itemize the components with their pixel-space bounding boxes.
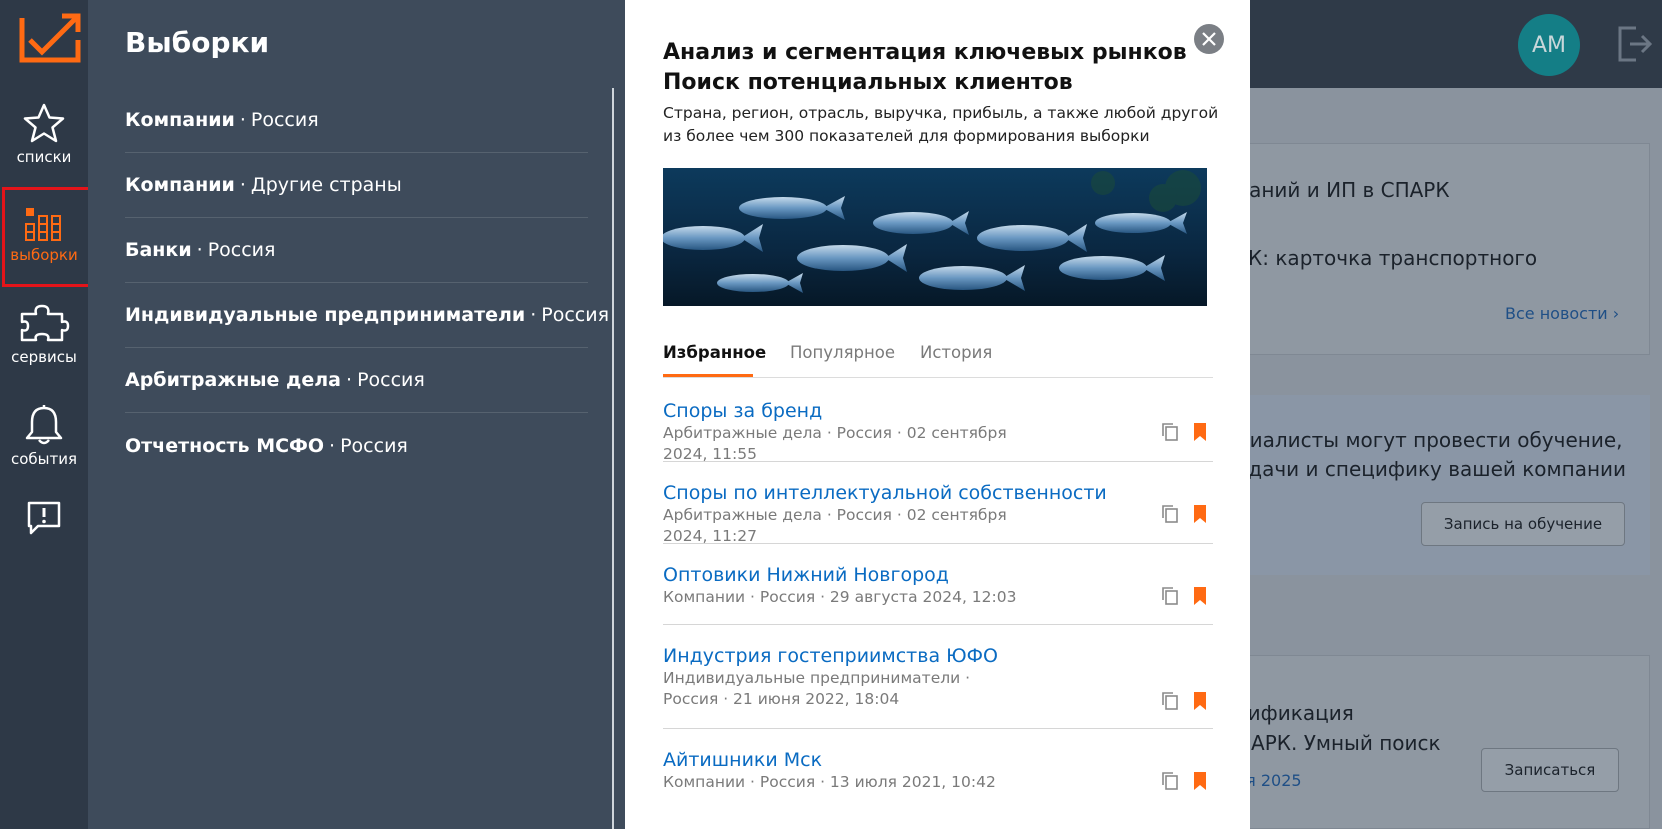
- bookmark-icon[interactable]: [1193, 771, 1207, 791]
- sample-link[interactable]: Споры за бренд: [663, 399, 1213, 423]
- menu-item-region: Россия: [340, 434, 408, 457]
- menu-title: Выборки: [125, 26, 270, 59]
- tab-history[interactable]: История: [920, 343, 992, 362]
- menu-item-banks[interactable]: Банки · Россия: [125, 218, 588, 283]
- rail-label-samples: выборки: [10, 246, 78, 264]
- tab-popular[interactable]: Популярное: [790, 343, 895, 362]
- panel-title: Анализ и сегментация ключевых рынков Пои…: [663, 38, 1223, 98]
- panel-subtitle-line-1: Страна, регион, отрасль, выручка, прибыл…: [663, 104, 1219, 122]
- news-line-1: паний и ИП в СПАРК: [1236, 178, 1450, 202]
- star-icon: [23, 103, 65, 143]
- menu-item-name: Арбитражные дела: [125, 369, 342, 391]
- menu-item-companies-russia[interactable]: Компании · Россия: [125, 88, 588, 153]
- rail-item-feedback[interactable]: [0, 500, 88, 540]
- grid-icon: [25, 208, 61, 241]
- rail-label-events: события: [10, 450, 78, 468]
- user-avatar[interactable]: АМ: [1518, 14, 1580, 76]
- training-line-1: циалисты могут провести обучение,: [1236, 428, 1623, 452]
- menu-item-arbitration[interactable]: Арбитражные дела · Россия: [125, 348, 588, 413]
- menu-item-region: Россия: [541, 304, 610, 326]
- item-actions: [1161, 691, 1207, 711]
- bookmark-icon[interactable]: [1193, 691, 1207, 711]
- sample-meta: Арбитражные дела · Россия · 02 сентября …: [663, 506, 1007, 545]
- sample-link[interactable]: Индустрия гостеприимства ЮФО: [663, 644, 1213, 668]
- sample-link[interactable]: Айтишники Мск: [663, 748, 1213, 772]
- rail-label-services: сервисы: [11, 348, 77, 366]
- menu-item-ifrs[interactable]: Отчетность МСФО · Россия: [125, 413, 588, 478]
- training-card: [1230, 395, 1650, 575]
- menu-item-name: Компании: [125, 109, 235, 131]
- menu-item-entrepreneurs[interactable]: Индивидуальные предприниматели · Россия: [125, 283, 609, 348]
- sample-meta: Арбитражные дела · Россия · 02 сентября …: [663, 424, 1007, 463]
- bookmark-icon[interactable]: [1193, 422, 1207, 442]
- rail-item-events[interactable]: события: [0, 404, 88, 468]
- menu-item-name: Компании: [125, 174, 235, 196]
- sample-meta: Компании · Россия · 29 августа 2024, 12:…: [663, 588, 1017, 606]
- menu-item-region: Россия: [357, 369, 425, 391]
- sample-meta: Компании · Россия · 13 июля 2021, 10:42: [663, 773, 996, 791]
- menu-item-region: Россия: [207, 239, 276, 261]
- copy-icon[interactable]: [1161, 422, 1179, 442]
- close-icon: [1202, 32, 1216, 46]
- training-button[interactable]: Запись на обучение: [1421, 502, 1625, 546]
- news-line-2: РК: карточка транспортного: [1236, 246, 1538, 270]
- item-actions: [1161, 771, 1207, 791]
- samples-panel: Анализ и сегментация ключевых рынков Пои…: [625, 0, 1250, 829]
- list-item: Оптовики Нижний Новгород Компании · Росс…: [663, 544, 1213, 625]
- logo-icon[interactable]: [18, 12, 82, 64]
- bookmark-icon[interactable]: [1193, 586, 1207, 606]
- menu-list: Компании · Россия Компании · Другие страны Б…: [125, 88, 609, 478]
- menu-item-name: Отчетность МСФО: [125, 434, 325, 457]
- training-line-2: адачи и специфику вашей компании: [1236, 457, 1627, 481]
- sample-link[interactable]: Оптовики Нижний Новгород: [663, 563, 1213, 587]
- copy-icon[interactable]: [1161, 504, 1179, 524]
- list-item: Споры по интеллектуальной собственности …: [663, 462, 1213, 545]
- bell-icon: [25, 405, 63, 445]
- list-item: Айтишники Мск Компании · Россия · 13 июл…: [663, 729, 1213, 811]
- panel-subtitle: Страна, регион, отрасль, выручка, прибыл…: [663, 102, 1223, 148]
- logout-icon[interactable]: [1614, 24, 1654, 64]
- panel-tabs: Избранное Популярное История: [663, 340, 1213, 378]
- tab-favorites[interactable]: Избранное: [663, 343, 766, 362]
- signup-button[interactable]: Записаться: [1481, 748, 1619, 792]
- menu-item-region: Россия: [250, 109, 319, 131]
- panel-title-line-2: Поиск потенциальных клиентов: [663, 70, 1073, 95]
- fish-banner-image: [663, 168, 1207, 306]
- cert-line-1: тификация: [1236, 701, 1354, 725]
- active-tab-indicator: [663, 374, 753, 377]
- copy-icon[interactable]: [1161, 586, 1179, 606]
- menu-item-companies-other[interactable]: Компании · Другие страны: [125, 153, 588, 218]
- rail-item-samples[interactable]: выборки: [0, 206, 88, 264]
- rail-label-lists: списки: [16, 148, 72, 166]
- copy-icon[interactable]: [1161, 691, 1179, 711]
- panel-subtitle-line-2: из более чем 300 показателей для формиро…: [663, 127, 1150, 145]
- icon-rail: списки выборки сервисы события: [0, 0, 104, 829]
- item-actions: [1161, 422, 1207, 442]
- rail-item-lists[interactable]: списки: [0, 102, 88, 166]
- list-item: Индустрия гостеприимства ЮФО Индивидуаль…: [663, 625, 1213, 729]
- panel-title-line-1: Анализ и сегментация ключевых рынков: [663, 40, 1187, 65]
- item-actions: [1161, 586, 1207, 606]
- samples-menu: Выборки Компании · Россия Компании · Другие …: [88, 0, 625, 829]
- list-item: Споры за бренд Арбитражные дела · Россия…: [663, 380, 1213, 463]
- cert-line-2: ПАРК. Умный поиск: [1236, 731, 1441, 755]
- all-news-link[interactable]: Все новости ›: [1505, 304, 1619, 323]
- sample-meta: Индивидуальные предприниматели · Россия …: [663, 669, 971, 708]
- copy-icon[interactable]: [1161, 771, 1179, 791]
- close-button[interactable]: [1194, 24, 1224, 54]
- sample-link[interactable]: Споры по интеллектуальной собственности: [663, 481, 1213, 505]
- menu-item-name: Банки: [125, 239, 192, 261]
- feedback-icon: [27, 501, 61, 535]
- item-actions: [1161, 504, 1207, 524]
- menu-item-name: Индивидуальные предприниматели: [125, 304, 526, 326]
- saved-samples-list: Споры за бренд Арбитражные дела · Россия…: [663, 380, 1213, 811]
- rail-item-services[interactable]: сервисы: [0, 304, 88, 366]
- puzzle-icon: [20, 304, 70, 342]
- bookmark-icon[interactable]: [1193, 504, 1207, 524]
- menu-item-region: Другие страны: [250, 174, 402, 196]
- menu-scrollbar[interactable]: [612, 88, 614, 829]
